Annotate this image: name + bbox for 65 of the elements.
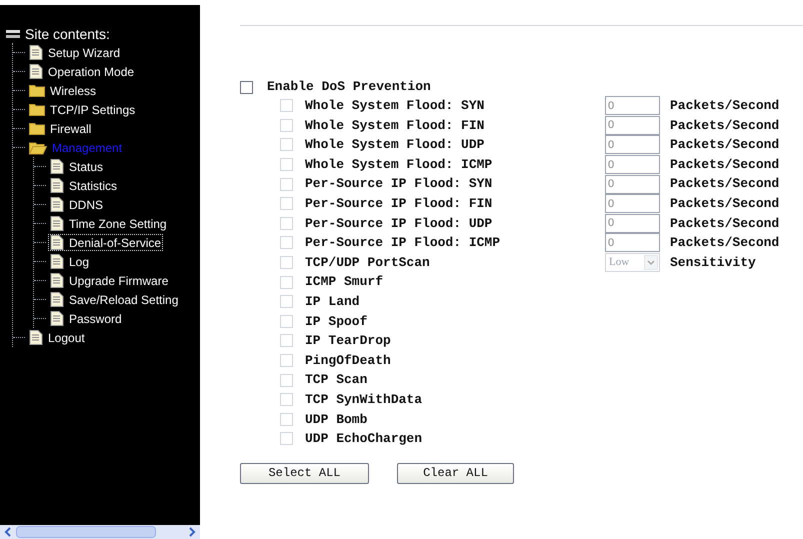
option-label: Per-Source IP Flood: FIN <box>305 195 494 214</box>
sidebar-title: Site contents: <box>25 26 110 42</box>
option-label: Per-Source IP Flood: UDP <box>305 214 494 233</box>
document-icon <box>50 311 64 326</box>
document-icon <box>29 330 43 345</box>
tree-item[interactable]: Save/Reload Setting <box>49 292 180 307</box>
checkbox[interactable] <box>240 80 253 94</box>
tree-item[interactable]: Status <box>49 159 104 174</box>
option-label: Whole System Flood: ICMP <box>305 156 494 174</box>
document-icon <box>29 45 43 60</box>
option-label: IP Spoof <box>305 312 368 331</box>
document-icon <box>50 159 64 174</box>
option-label: Per-Source IP Flood: SYN <box>305 175 494 194</box>
enable-label: Enable DoS Prevention <box>267 78 431 96</box>
unit-label: Packets/Second <box>670 136 780 154</box>
document-icon <box>50 197 64 212</box>
option-label: PingOfDeath <box>305 352 392 370</box>
option-label: Whole System Flood: FIN <box>305 116 486 135</box>
option-label: UDP EchoChargen <box>305 430 424 448</box>
option-label: TCP Scan <box>305 371 368 390</box>
tree-item[interactable]: DDNS <box>49 197 104 212</box>
tree-item[interactable]: Firewall <box>28 122 92 136</box>
tree-item[interactable]: Upgrade Firmware <box>49 273 170 288</box>
unit-label: Sensitivity <box>670 254 756 272</box>
document-icon <box>50 216 64 231</box>
tree-item[interactable]: TCP/IP Settings <box>28 102 136 116</box>
tree-item[interactable]: Logout <box>28 330 86 345</box>
scroll-thumb[interactable] <box>16 526 156 538</box>
tree-item[interactable]: Wireless <box>28 84 98 98</box>
folder-icon <box>29 84 45 97</box>
option-label: IP TearDrop <box>305 332 392 350</box>
option-label: UDP Bomb <box>305 410 368 429</box>
document-icon <box>50 254 64 269</box>
tree-item[interactable]: Time Zone Setting <box>49 216 168 231</box>
horizontal-scrollbar[interactable] <box>0 525 200 539</box>
unit-label: Packets/Second <box>670 175 780 194</box>
tree-item[interactable]: Setup Wizard <box>28 45 122 60</box>
option-label: TCP/UDP PortScan <box>305 254 431 272</box>
unit-label: Packets/Second <box>670 195 780 214</box>
open-folder-icon <box>29 140 47 154</box>
unit-label: Packets/Second <box>670 234 780 252</box>
action-button[interactable]: Select ALL <box>240 462 369 484</box>
document-icon <box>50 178 64 193</box>
option-label: IP Land <box>305 292 361 311</box>
tree-item[interactable]: Log <box>49 254 90 269</box>
option-label: Per-Source IP Flood: ICMP <box>305 234 502 252</box>
folder-icon <box>29 122 45 135</box>
unit-label: Packets/Second <box>670 116 780 135</box>
unit-label: Packets/Second <box>670 214 780 233</box>
document-icon <box>29 64 43 79</box>
document-icon <box>50 235 64 250</box>
action-button[interactable]: Clear ALL <box>397 462 514 484</box>
option-label: ICMP Smurf <box>305 273 384 292</box>
option-label: Whole System Flood: SYN <box>305 97 486 116</box>
unit-label: Packets/Second <box>670 156 780 174</box>
tree-item[interactable]: Denial-of-Service <box>49 235 162 250</box>
unit-label: Packets/Second <box>670 97 780 116</box>
option-label: TCP SynWithData <box>305 390 424 409</box>
tree-item[interactable]: Statistics <box>49 178 118 193</box>
tree-item[interactable]: Operation Mode <box>28 64 136 79</box>
document-icon <box>50 273 64 288</box>
folder-icon <box>29 103 45 116</box>
tree-item[interactable]: Password <box>49 311 123 326</box>
option-label: Whole System Flood: UDP <box>305 136 486 154</box>
document-icon <box>50 292 64 307</box>
